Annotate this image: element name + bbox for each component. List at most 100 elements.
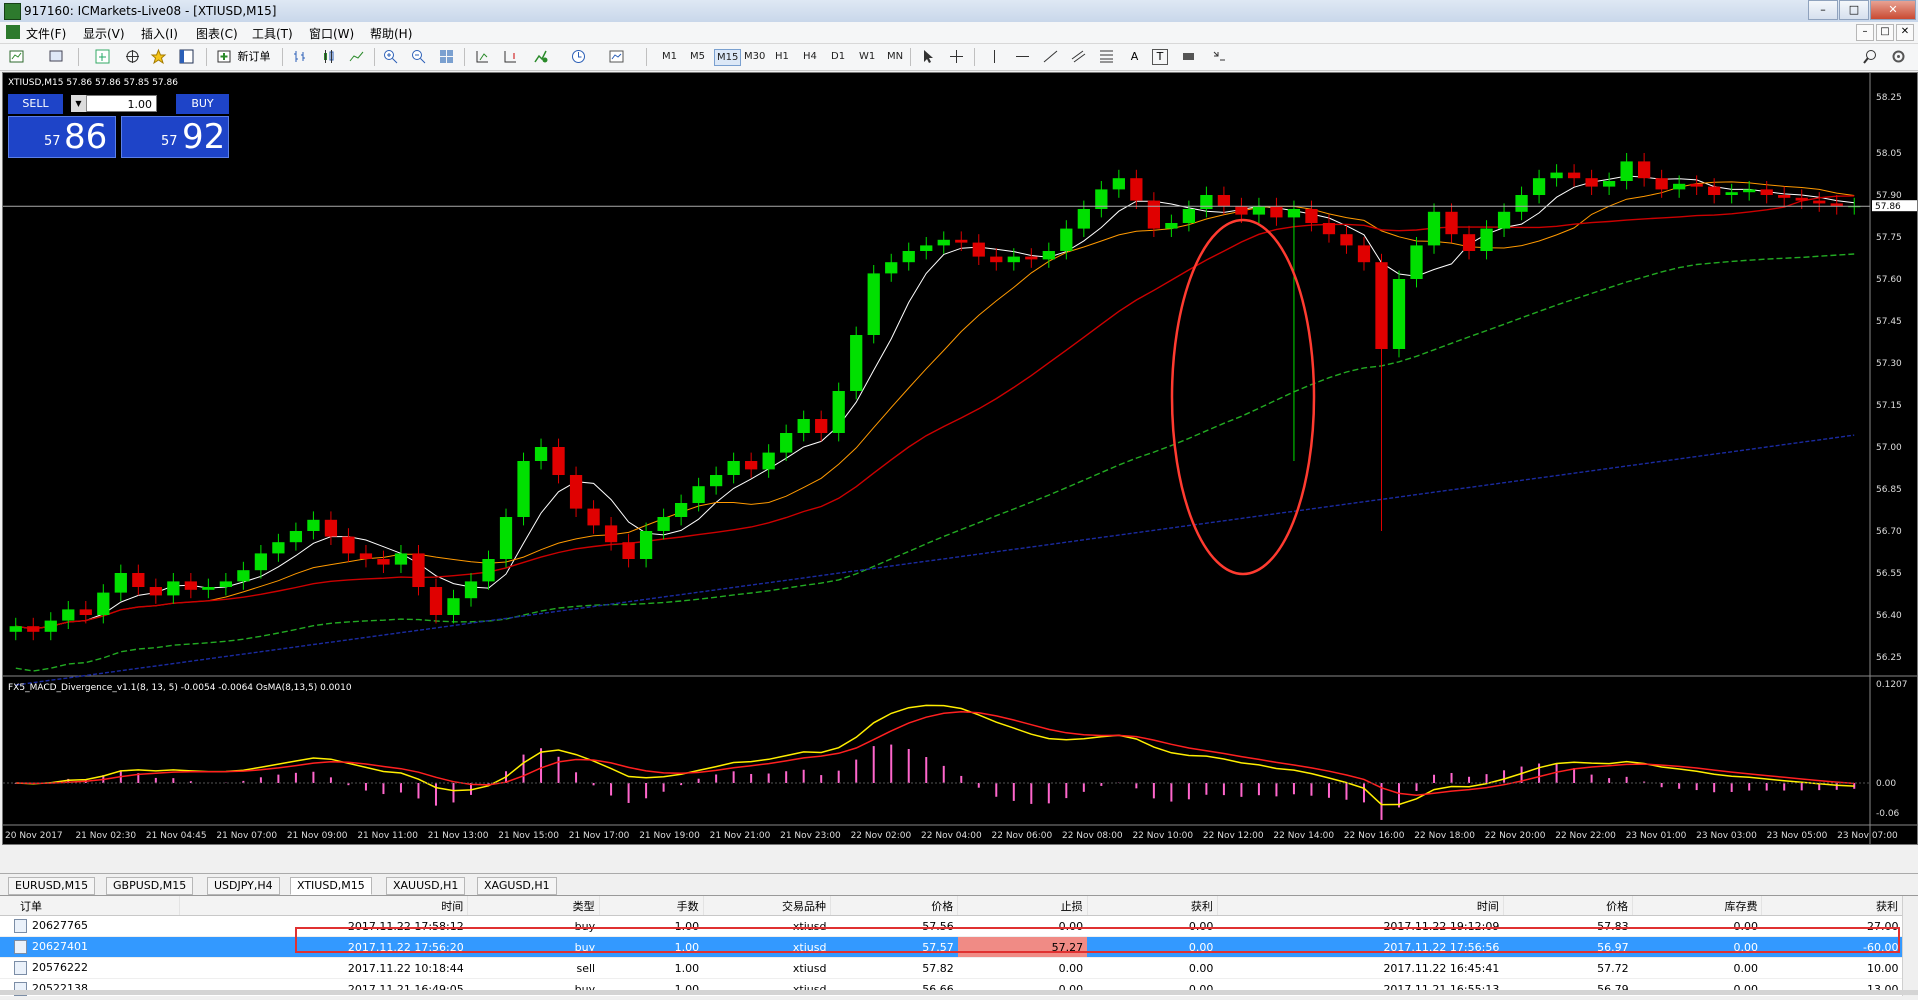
terminal-icon[interactable] (178, 48, 195, 65)
arrows-icon[interactable] (1210, 48, 1227, 65)
tf-m30-button[interactable]: M30 (742, 49, 767, 64)
close-button[interactable]: ✕ (1870, 0, 1916, 20)
time-axis-label: 20 Nov 2017 (5, 831, 63, 841)
tab-gbpusd[interactable]: GBPUSD,M15 (106, 877, 193, 895)
horizontal-line-icon[interactable] (1014, 48, 1031, 65)
bar-chart-icon[interactable] (292, 48, 309, 65)
chart-shift-icon[interactable] (502, 48, 519, 65)
menu-window[interactable]: 窗口(W) (309, 25, 354, 42)
col-symbol[interactable]: 交易品种 (703, 896, 830, 916)
col-swap[interactable]: 库存费 (1633, 896, 1762, 916)
crosshair-icon[interactable] (948, 48, 965, 65)
navigator-icon[interactable] (124, 48, 141, 65)
line-chart-icon[interactable] (348, 48, 365, 65)
tf-w1-button[interactable]: W1 (857, 49, 877, 64)
tf-h4-button[interactable]: H4 (801, 49, 819, 64)
mdi-close-button[interactable]: ✕ (1896, 24, 1914, 41)
vertical-line-icon[interactable] (986, 48, 1003, 65)
mdi-minimize-button[interactable]: – (1856, 24, 1874, 41)
col-order[interactable]: 订单 (0, 896, 180, 916)
candle (535, 439, 547, 470)
profiles-icon[interactable] (48, 48, 65, 65)
tf-m5-button[interactable]: M5 (688, 49, 707, 64)
terminal-panel: 订单 时间 类型 手数 交易品种 价格 止损 获利 时间 价格 库存费 获利 2… (0, 895, 1918, 996)
text-tool-button[interactable]: A (1126, 48, 1143, 65)
candle (1095, 181, 1107, 217)
new-order-button[interactable]: 新订单 (234, 48, 274, 65)
tf-h1-button[interactable]: H1 (773, 49, 791, 64)
label-tool-button[interactable]: T (1152, 49, 1168, 65)
zoom-out-icon[interactable] (410, 48, 427, 65)
tile-windows-icon[interactable] (438, 48, 455, 65)
sell-price-box[interactable]: 57 86 (8, 116, 116, 158)
col-type[interactable]: 类型 (468, 896, 599, 916)
trendline-icon[interactable] (1042, 48, 1059, 65)
col-lots[interactable]: 手数 (599, 896, 703, 916)
menu-help[interactable]: 帮助(H) (370, 25, 412, 42)
mdi-restore-button[interactable]: □ (1876, 24, 1894, 41)
tab-usdjpy[interactable]: USDJPY,H4 (207, 877, 280, 895)
auto-scroll-icon[interactable] (474, 48, 491, 65)
price-chart[interactable]: 58.2558.0557.9057.7557.6057.4557.3057.15… (3, 73, 1917, 844)
favorites-icon[interactable] (150, 48, 167, 65)
indicators-icon[interactable] (532, 48, 549, 65)
osma-bar (1205, 783, 1207, 795)
candle (920, 237, 932, 259)
moving-average-line (16, 435, 1854, 685)
minimize-button[interactable]: – (1808, 0, 1838, 20)
col-profit[interactable]: 获利 (1762, 896, 1903, 916)
tf-mn-button[interactable]: MN (885, 49, 905, 64)
templates-icon[interactable] (608, 48, 625, 65)
col-close-price[interactable]: 价格 (1503, 896, 1632, 916)
col-take-profit[interactable]: 获利 (1087, 896, 1217, 916)
market-watch-icon[interactable] (94, 48, 111, 65)
buy-button[interactable]: BUY (176, 94, 229, 114)
table-row[interactable]: 20522138 2017.11.21 16:49:05buy1.00xtius… (0, 979, 1903, 1000)
candle (1831, 195, 1843, 215)
menu-insert[interactable]: 插入(I) (141, 25, 178, 42)
osma-bar (1293, 783, 1295, 794)
zoom-in-icon[interactable] (382, 48, 399, 65)
table-row[interactable]: 20576222 2017.11.22 10:18:44sell1.00xtiu… (0, 958, 1903, 979)
cursor-icon[interactable] (920, 48, 937, 65)
osma-bar (1486, 774, 1488, 783)
tab-eurusd[interactable]: EURUSD,M15 (8, 877, 95, 895)
search-icon[interactable] (1862, 48, 1879, 65)
menu-view[interactable]: 显示(V) (83, 25, 125, 42)
osma-bar (1135, 783, 1137, 788)
tab-xagusd[interactable]: XAGUSD,H1 (477, 877, 557, 895)
col-stop-loss[interactable]: 止损 (958, 896, 1087, 916)
new-order-icon[interactable] (216, 48, 233, 65)
buy-price-box[interactable]: 57 92 (121, 116, 229, 158)
time-axis-label: 22 Nov 12:00 (1203, 831, 1264, 841)
channel-icon[interactable] (1070, 48, 1087, 65)
candle (1305, 201, 1317, 232)
col-open-time[interactable]: 时间 (180, 896, 468, 916)
rectangle-icon[interactable] (1180, 48, 1197, 65)
tf-d1-button[interactable]: D1 (829, 49, 847, 64)
tf-m1-button[interactable]: M1 (660, 49, 679, 64)
osma-bar (960, 776, 962, 783)
vertical-scrollbar[interactable] (1902, 896, 1918, 996)
chart-window[interactable]: 58.2558.0557.9057.7557.6057.4557.3057.15… (2, 72, 1918, 845)
tab-xtiusd[interactable]: XTIUSD,M15 (290, 877, 372, 895)
candlestick-icon[interactable] (320, 48, 337, 65)
new-chart-icon[interactable] (8, 48, 25, 65)
candle (482, 551, 494, 590)
candle (27, 618, 39, 640)
candle (990, 248, 1002, 270)
menu-file[interactable]: 文件(F) (26, 25, 66, 42)
tf-m15-button[interactable]: M15 (714, 49, 741, 66)
sell-button[interactable]: SELL (8, 94, 63, 114)
tab-xauusd[interactable]: XAUUSD,H1 (386, 877, 465, 895)
settings-icon[interactable] (1890, 48, 1907, 65)
maximize-button[interactable]: □ (1839, 0, 1869, 20)
col-close-time[interactable]: 时间 (1217, 896, 1503, 916)
menu-charts[interactable]: 图表(C) (196, 25, 238, 42)
fibonacci-icon[interactable] (1098, 48, 1115, 65)
menu-tools[interactable]: 工具(T) (252, 25, 293, 42)
lots-down-arrow-icon[interactable]: ▼ (71, 95, 87, 112)
periods-clock-icon[interactable] (570, 48, 587, 65)
col-open-price[interactable]: 价格 (830, 896, 957, 916)
candle (1533, 170, 1545, 204)
